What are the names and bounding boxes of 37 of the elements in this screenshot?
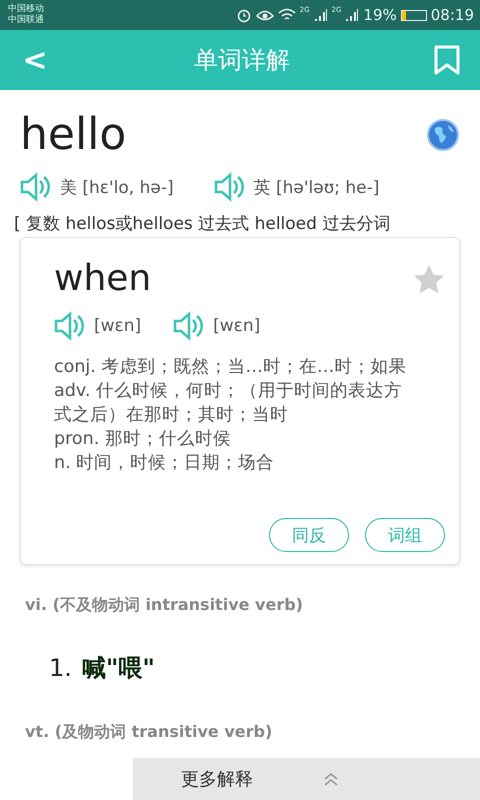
wifi-icon <box>278 8 296 22</box>
part-of-speech: vi. (不及物动词 intransitive verb) <box>25 595 304 616</box>
tab-button[interactable]: 同反 <box>269 518 349 552</box>
word-forms: [ 复数 hellos或helloes 过去式 helloed 过去分词 <box>14 213 392 235</box>
popup-word: when <box>54 258 152 299</box>
star-icon[interactable] <box>413 264 445 294</box>
definition-text: pron. 那时；什么时侯 <box>54 428 232 451</box>
battery-icon <box>400 10 427 20</box>
back-button[interactable]: < <box>20 42 50 78</box>
page-title: 单词详解 <box>193 45 291 76</box>
carrier-name: 中国移动 <box>8 4 45 14</box>
signal-icon <box>314 8 328 22</box>
chevron-up-icon <box>323 771 339 787</box>
sense-number: 1. <box>49 654 72 682</box>
more-explanations-button[interactable]: 更多解释 <box>133 758 480 800</box>
carrier-name: 中国联通 <box>8 15 45 26</box>
speaker-icon[interactable] <box>20 172 52 202</box>
speaker-icon[interactable] <box>173 311 206 341</box>
speaker-icon[interactable] <box>54 311 86 341</box>
phonetic-text: 英 [hə'ləʊ; he-] <box>254 176 380 198</box>
definition-text: conj. 考虑到；既然；当…时；在…时；如果 <box>54 356 408 379</box>
battery-percent: 19% <box>363 6 397 24</box>
phonetic-text: [wɛn] <box>94 316 142 336</box>
signal-icon <box>345 8 360 22</box>
part-of-speech: vt. (及物动词 transitive verb) <box>25 722 274 743</box>
tab-button[interactable]: 词组 <box>365 518 445 552</box>
globe-icon[interactable] <box>426 118 460 152</box>
speaker-icon[interactable] <box>214 172 246 202</box>
bookmark-icon[interactable] <box>434 45 460 75</box>
eye-icon <box>256 8 274 22</box>
clock: 08:19 <box>430 6 474 24</box>
alarm-icon <box>236 7 252 23</box>
headword: hello <box>20 108 126 162</box>
definition-text: n. 时间，时候；日期；场合 <box>54 452 276 475</box>
phonetic-text: [wɛn] <box>213 316 260 336</box>
sense-meaning: 喊"喂" <box>82 653 155 684</box>
phonetic-text: 美 [hɛ'lo, hə-] <box>60 176 174 198</box>
